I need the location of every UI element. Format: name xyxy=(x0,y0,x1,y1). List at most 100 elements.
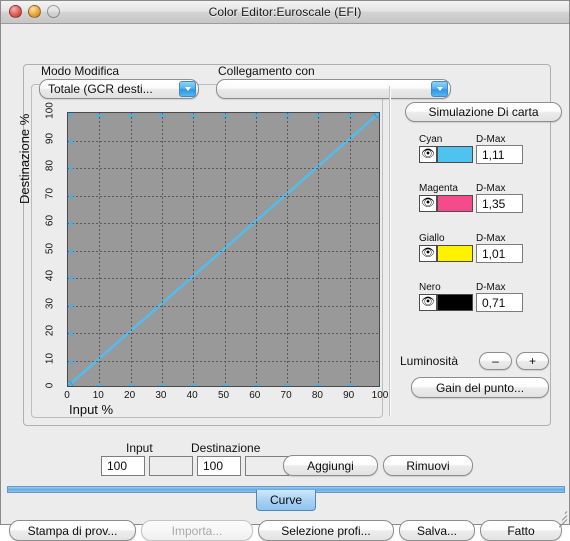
gridline-horizontal xyxy=(68,306,379,307)
x-axis-tick-label: 0 xyxy=(64,390,70,401)
collegamento-label: Collegamento con xyxy=(218,64,315,78)
gridline-horizontal xyxy=(68,223,379,224)
x-axis-title: Input % xyxy=(69,402,114,417)
ink-name: Giallo xyxy=(419,233,445,244)
salva-button[interactable]: Salva... xyxy=(399,520,475,541)
curve-line xyxy=(68,113,379,386)
x-axis-tick-label: 30 xyxy=(155,390,167,401)
gridline-vertical xyxy=(256,113,257,386)
color-swatch-magenta[interactable] xyxy=(437,195,473,212)
gain-del-punto-button[interactable]: Gain del punto... xyxy=(411,377,549,398)
y-axis-tick-label: 60 xyxy=(44,214,56,227)
eye-icon[interactable]: 👁 xyxy=(419,146,437,163)
x-axis-tick-label: 90 xyxy=(343,390,355,401)
y-axis-tick-label: 100 xyxy=(44,102,56,119)
y-axis-title: Destinazione % xyxy=(17,113,32,204)
fatto-button[interactable]: Fatto xyxy=(480,520,562,541)
x-axis-tick-label: 20 xyxy=(124,390,136,401)
axis-tick-marker xyxy=(378,114,379,117)
axis-tick-marker xyxy=(190,114,197,117)
gridline-horizontal xyxy=(68,251,379,252)
axis-tick-marker xyxy=(222,384,229,386)
y-axis-tick-label: 80 xyxy=(44,159,56,172)
gridline-horizontal xyxy=(68,278,379,279)
axis-tick-marker xyxy=(128,384,135,386)
axis-tick-marker xyxy=(96,384,103,386)
eye-icon[interactable]: 👁 xyxy=(419,195,437,212)
dmax-label: D-Max xyxy=(476,183,506,194)
destinazione-value-field[interactable]: 100 xyxy=(197,456,241,476)
destinazione-field-label: Destinazione xyxy=(191,441,261,455)
chevron-down-icon xyxy=(431,81,448,97)
axis-tick-marker xyxy=(69,359,73,364)
resize-grip[interactable] xyxy=(554,509,568,528)
importa-button: Importa... xyxy=(141,520,253,541)
y-axis-tick-label: 20 xyxy=(44,324,56,337)
x-axis-tick-label: 70 xyxy=(280,390,292,401)
axis-tick-marker xyxy=(315,384,322,386)
axis-tick-marker xyxy=(69,331,73,336)
rimuovi-button[interactable]: Rimuovi xyxy=(383,455,473,476)
dmax-input-magenta[interactable]: 1,35 xyxy=(476,194,523,213)
axis-tick-marker xyxy=(159,384,166,386)
close-button[interactable] xyxy=(9,5,22,18)
eye-icon[interactable]: 👁 xyxy=(419,294,437,311)
x-axis-tick-label: 50 xyxy=(217,390,230,401)
dmax-input-giallo[interactable]: 1,01 xyxy=(476,244,523,263)
y-axis-tick-label: 50 xyxy=(44,242,56,254)
gridline-horizontal xyxy=(68,333,379,334)
axis-tick-marker xyxy=(69,113,73,116)
axis-tick-marker xyxy=(253,114,260,117)
y-axis-tick-label: 10 xyxy=(44,352,56,364)
gridline-vertical xyxy=(225,113,226,386)
color-swatch-nero[interactable] xyxy=(437,294,473,311)
axis-tick-marker xyxy=(222,114,229,117)
ink-row-giallo: Giallo D-Max 👁 1,01 xyxy=(419,233,559,269)
simulazione-di-carta-button[interactable]: Simulazione Di carta xyxy=(405,102,562,122)
axis-tick-marker xyxy=(378,384,379,386)
gridline-horizontal xyxy=(68,361,379,362)
input-value-field-secondary[interactable] xyxy=(149,456,193,476)
input-value-field[interactable]: 100 xyxy=(101,456,145,476)
axis-tick-marker xyxy=(284,114,291,117)
gridline-vertical xyxy=(318,113,319,386)
color-swatch-giallo[interactable] xyxy=(437,245,473,262)
y-axis-tick-label: 30 xyxy=(44,297,56,309)
selezione-profili-button[interactable]: Selezione profi... xyxy=(258,520,394,541)
axis-tick-marker xyxy=(253,384,260,386)
dmax-input-cyan[interactable]: 1,11 xyxy=(476,145,523,164)
aggiungi-button[interactable]: Aggiungi xyxy=(283,455,378,476)
gridline-vertical xyxy=(99,113,100,386)
window-controls xyxy=(9,5,60,18)
minimize-button[interactable] xyxy=(28,5,41,18)
ink-name: Cyan xyxy=(419,134,443,145)
color-swatch-cyan[interactable] xyxy=(437,146,473,163)
luminosita-decrease-button[interactable]: – xyxy=(479,352,512,370)
gridline-vertical xyxy=(287,113,288,386)
axis-tick-marker xyxy=(69,139,73,144)
x-axis-tick-label: 10 xyxy=(92,390,104,401)
color-editor-window: Color Editor:Euroscale (EFI) Modo Modifi… xyxy=(0,0,570,541)
axis-tick-marker xyxy=(69,304,73,309)
tab-curve[interactable]: Curve xyxy=(256,490,316,511)
luminosita-increase-button[interactable]: + xyxy=(516,352,549,370)
axis-tick-marker xyxy=(96,114,103,117)
y-axis-tick-label: 70 xyxy=(44,187,56,199)
axis-tick-marker xyxy=(128,114,135,117)
axis-tick-marker xyxy=(69,166,73,171)
curve-plot-area[interactable] xyxy=(67,112,380,387)
dmax-input-nero[interactable]: 0,71 xyxy=(476,293,523,312)
eye-icon[interactable]: 👁 xyxy=(419,245,437,262)
axis-tick-marker xyxy=(69,194,73,199)
curve-chart: Destinazione % Input % 0 10 20 30 40 50 60 70 80… xyxy=(17,84,388,418)
zoom-button[interactable] xyxy=(47,5,60,18)
axis-tick-marker xyxy=(69,249,73,254)
gridline-horizontal xyxy=(68,196,379,197)
stampa-di-prova-button[interactable]: Stampa di prov... xyxy=(9,520,136,541)
window-title: Color Editor:Euroscale (EFI) xyxy=(208,5,362,19)
curve-line-svg xyxy=(68,113,379,386)
gridline-vertical xyxy=(193,113,194,386)
gridline-horizontal xyxy=(68,141,379,142)
window-content: Modo Modifica Totale (GCR desti... Colle… xyxy=(1,24,569,541)
axis-tick-marker xyxy=(347,114,354,117)
